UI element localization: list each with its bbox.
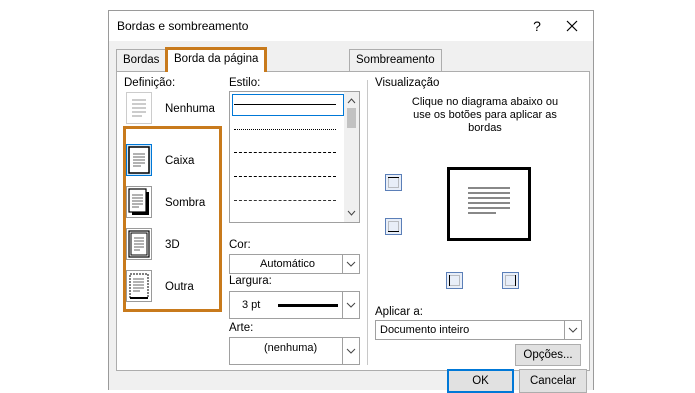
- width-select[interactable]: 3 pt: [229, 291, 360, 319]
- shadow-border-icon[interactable]: [126, 186, 152, 218]
- top-border-button[interactable]: [385, 174, 402, 191]
- chevron-down-icon: [346, 261, 356, 267]
- custom-border-icon[interactable]: [126, 270, 152, 302]
- setting-3d-label[interactable]: 3D: [165, 239, 180, 251]
- style-label: Estilo:: [229, 77, 261, 89]
- color-dropdown-arrow[interactable]: [342, 255, 359, 273]
- help-button[interactable]: ?: [527, 16, 547, 36]
- apply-to-value: Documento inteiro: [380, 324, 470, 336]
- setting-label: Definição:: [124, 77, 176, 89]
- style-dashed-line[interactable]: [234, 176, 336, 177]
- scroll-down-icon[interactable]: [344, 206, 359, 220]
- chevron-down-icon: [346, 302, 356, 308]
- preview-instructions: Clique no diagrama abaixo ou use os botõ…: [411, 96, 559, 134]
- box-border-icon[interactable]: [126, 144, 152, 176]
- style-solid-line[interactable]: [234, 104, 336, 105]
- close-icon: [566, 20, 578, 32]
- style-dash-dot-line[interactable]: [234, 200, 336, 201]
- ok-button[interactable]: OK: [447, 369, 514, 393]
- 3d-border-icon[interactable]: [126, 228, 152, 260]
- cancel-button[interactable]: Cancelar: [519, 369, 587, 393]
- preview-label: Visualização: [375, 77, 440, 89]
- tab-shading-label: Sombreamento: [356, 54, 435, 66]
- tab-shading[interactable]: Sombreamento: [349, 49, 442, 71]
- bottom-border-button[interactable]: [385, 218, 402, 235]
- setting-none-label[interactable]: Nenhuma: [165, 103, 215, 115]
- setting-custom-label[interactable]: Outra: [165, 281, 194, 293]
- chevron-down-icon: [568, 327, 578, 333]
- setting-shadow-label[interactable]: Sombra: [165, 197, 205, 209]
- art-dropdown-arrow[interactable]: [342, 338, 359, 364]
- chevron-down-icon: [346, 348, 356, 354]
- left-border-icon: [449, 275, 460, 286]
- art-label: Arte:: [229, 322, 254, 334]
- right-border-button[interactable]: [502, 272, 519, 289]
- style-dotted-line[interactable]: [234, 129, 336, 130]
- page-border-panel: Definição: Nenhuma Caixa Sombra 3D Outra…: [116, 71, 590, 371]
- scroll-thumb[interactable]: [347, 108, 356, 128]
- style-selected-item[interactable]: [232, 94, 344, 116]
- color-value: Automático: [260, 258, 316, 270]
- bottom-border-icon: [388, 221, 399, 232]
- column-separator: [367, 80, 368, 365]
- top-border-icon: [388, 177, 399, 188]
- tab-borders-label: Bordas: [123, 54, 160, 66]
- width-value: 3 pt: [242, 299, 261, 311]
- width-preview-line: [278, 304, 338, 307]
- left-border-button[interactable]: [446, 272, 463, 289]
- color-label: Cor:: [229, 239, 251, 251]
- style-list[interactable]: [229, 91, 360, 223]
- preview-text-lines: [468, 187, 510, 214]
- art-select[interactable]: (nenhuma): [229, 337, 360, 365]
- borders-shading-dialog: Bordas e sombreamento ? Bordas Sombreame…: [108, 10, 594, 393]
- apply-dropdown-arrow[interactable]: [564, 321, 581, 339]
- close-button[interactable]: [561, 16, 583, 36]
- tab-borders[interactable]: Bordas: [116, 49, 167, 71]
- apply-to-select[interactable]: Documento inteiro: [375, 320, 582, 340]
- tab-page-border[interactable]: Borda da página: [165, 47, 268, 72]
- options-button[interactable]: Opções...: [515, 344, 581, 366]
- art-value: (nenhuma): [264, 342, 318, 354]
- right-border-icon: [505, 275, 516, 286]
- tab-page-border-label: Borda da página: [174, 53, 259, 65]
- title-bar: Bordas e sombreamento ?: [109, 11, 593, 41]
- setting-box-label[interactable]: Caixa: [165, 155, 194, 167]
- style-dashed-small-line[interactable]: [234, 152, 336, 153]
- scroll-up-icon[interactable]: [344, 94, 359, 108]
- width-dropdown-arrow[interactable]: [342, 292, 359, 318]
- apply-to-label: Aplicar a:: [375, 306, 423, 318]
- color-select[interactable]: Automático: [229, 254, 360, 274]
- preview-diagram[interactable]: [447, 167, 531, 241]
- width-label: Largura:: [229, 275, 272, 287]
- dialog-title: Bordas e sombreamento: [117, 19, 249, 33]
- none-border-icon[interactable]: [126, 92, 152, 124]
- style-scrollbar[interactable]: [344, 92, 359, 222]
